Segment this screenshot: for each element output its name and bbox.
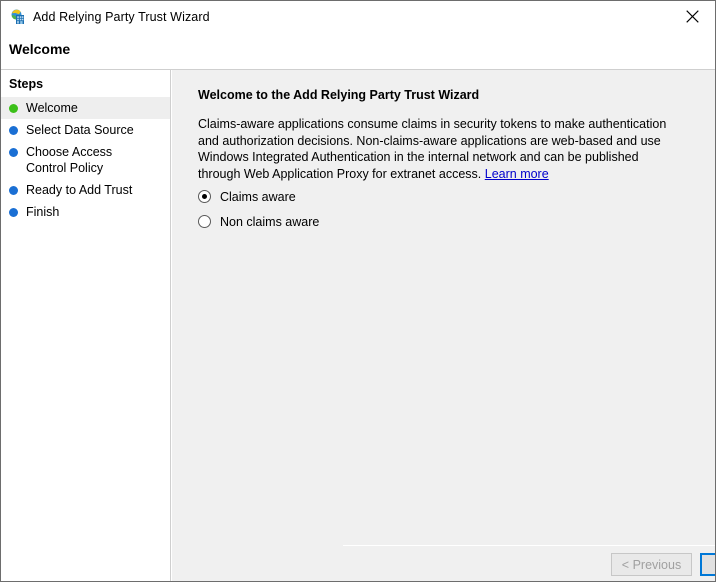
sidebar-item-label: Select Data Source <box>26 123 134 137</box>
window-title: Add Relying Party Trust Wizard <box>33 9 210 24</box>
content-paragraph: Claims-aware applications consume claims… <box>198 116 668 182</box>
sidebar-item-label: Ready to Add Trust <box>26 183 133 197</box>
sidebar-item-finish[interactable]: Finish <box>1 201 170 223</box>
sidebar-item-choose-access-control-policy[interactable]: Choose Access Control Policy <box>1 141 170 179</box>
wizard-window: Add Relying Party Trust Wizard Welcome S… <box>0 0 716 582</box>
step-bullet-icon <box>9 148 18 157</box>
sidebar-item-label: Choose Access Control Policy <box>26 145 113 175</box>
radio-button-icon[interactable] <box>198 190 211 203</box>
page-title: Welcome <box>9 41 71 57</box>
step-bullet-icon <box>9 104 18 113</box>
previous-button[interactable]: < Previous <box>611 553 692 576</box>
step-bullet-icon <box>9 186 18 195</box>
content-paragraph-text: Claims-aware applications consume claims… <box>198 117 667 181</box>
wizard-body: Steps Welcome Select Data Source Choose … <box>1 69 715 581</box>
footer-button-group: < Previous Start Cancel <box>611 553 715 576</box>
adfs-globe-icon <box>10 9 26 25</box>
start-button[interactable]: Start <box>700 553 715 576</box>
title-bar: Add Relying Party Trust Wizard <box>1 1 715 32</box>
page-header: Welcome <box>1 32 715 69</box>
sidebar-item-ready-to-add-trust[interactable]: Ready to Add Trust <box>1 179 170 201</box>
step-bullet-icon <box>9 126 18 135</box>
steps-sidebar: Steps Welcome Select Data Source Choose … <box>1 70 171 581</box>
radio-option-label: Claims aware <box>220 189 296 204</box>
sidebar-item-welcome[interactable]: Welcome <box>1 97 170 119</box>
content-heading: Welcome to the Add Relying Party Trust W… <box>198 88 480 102</box>
sidebar-item-select-data-source[interactable]: Select Data Source <box>1 119 170 141</box>
sidebar-item-label: Welcome <box>26 101 78 115</box>
content-panel: Welcome to the Add Relying Party Trust W… <box>172 70 715 581</box>
sidebar-item-label: Finish <box>26 205 60 219</box>
radio-option-label: Non claims aware <box>220 214 320 229</box>
radio-option-non-claims-aware[interactable]: Non claims aware <box>198 209 319 234</box>
radio-option-claims-aware[interactable]: Claims aware <box>198 184 319 209</box>
claims-awareness-radio-group: Claims aware Non claims aware <box>198 184 319 234</box>
steps-heading: Steps <box>9 77 44 91</box>
learn-more-link[interactable]: Learn more <box>485 167 549 181</box>
close-icon[interactable] <box>669 1 715 31</box>
radio-button-icon[interactable] <box>198 215 211 228</box>
step-bullet-icon <box>9 208 18 217</box>
dialog-footer: < Previous Start Cancel <box>343 545 715 581</box>
